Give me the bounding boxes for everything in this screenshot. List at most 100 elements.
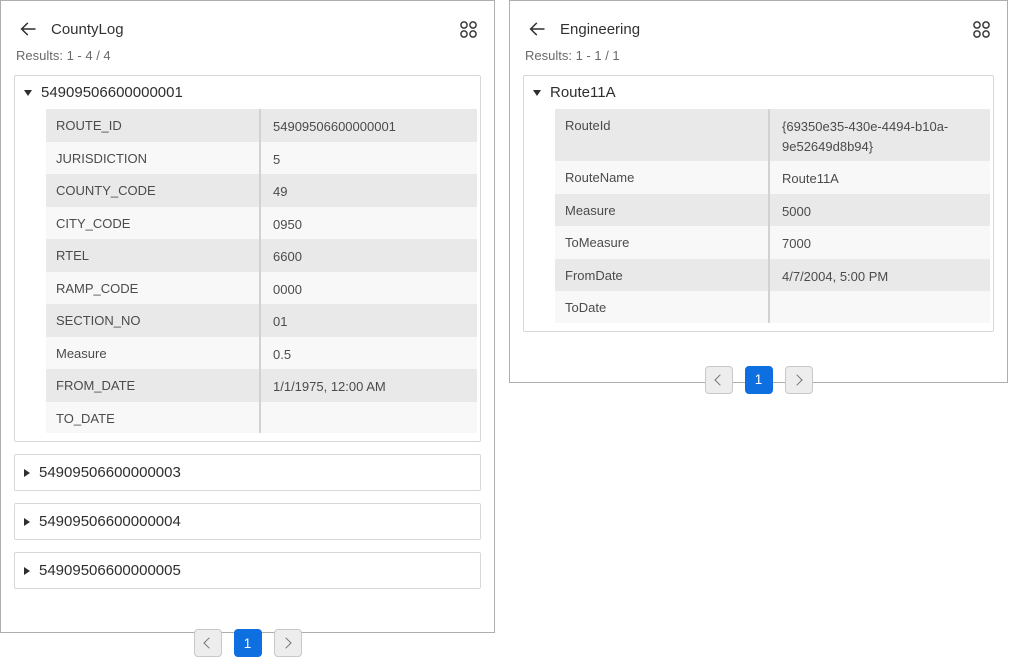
field-label: RAMP_CODE <box>46 272 259 305</box>
table-row: SECTION_NO 01 <box>46 304 477 337</box>
caret-right-icon <box>24 567 30 575</box>
field-value: Route11A <box>768 161 990 194</box>
back-button[interactable] <box>17 18 39 40</box>
chevron-left-icon <box>203 638 214 649</box>
attribute-table: RouteId {69350e35-430e-4494-b10a-9e52649… <box>555 109 990 323</box>
table-row: RTEL 6600 <box>46 239 477 272</box>
field-value: 0950 <box>259 207 477 240</box>
feature-card-collapsed[interactable]: 54909506600000003 <box>14 454 481 491</box>
countylog-panel: CountyLog Results: 1 - 4 / 4 54909506600… <box>0 0 495 633</box>
feature-card-expanded: Route11A RouteId {69350e35-430e-4494-b10… <box>523 75 994 332</box>
layer-grid-button[interactable] <box>970 18 992 40</box>
caret-down-icon <box>24 90 32 96</box>
table-row: FromDate 4/7/2004, 5:00 PM <box>555 259 990 292</box>
page-title: CountyLog <box>51 21 124 38</box>
field-value <box>768 291 990 323</box>
page-title: Engineering <box>560 21 640 38</box>
next-page-button[interactable] <box>785 366 813 394</box>
field-label: ROUTE_ID <box>46 109 259 142</box>
table-row: FROM_DATE 1/1/1975, 12:00 AM <box>46 369 477 402</box>
field-label: CITY_CODE <box>46 207 259 240</box>
table-row: Measure 5000 <box>555 194 990 227</box>
field-value: 4/7/2004, 5:00 PM <box>768 259 990 292</box>
feature-card-collapsed[interactable]: 54909506600000004 <box>14 503 481 540</box>
field-label: COUNTY_CODE <box>46 174 259 207</box>
table-row: ToDate <box>555 291 990 323</box>
feature-card-header[interactable]: 54909506600000004 <box>15 504 480 539</box>
table-row: JURISDICTION 5 <box>46 142 477 175</box>
feature-card-collapsed[interactable]: 54909506600000005 <box>14 552 481 589</box>
field-label: ToDate <box>555 291 768 323</box>
prev-page-button[interactable] <box>705 366 733 394</box>
field-value: 01 <box>259 304 477 337</box>
table-row: RouteId {69350e35-430e-4494-b10a-9e52649… <box>555 109 990 161</box>
next-page-button[interactable] <box>274 629 302 657</box>
feature-card-header[interactable]: 54909506600000001 <box>15 76 480 107</box>
pagination: 1 <box>14 629 481 657</box>
caret-right-icon <box>24 469 30 477</box>
current-page-button[interactable]: 1 <box>745 366 773 394</box>
field-value: 5 <box>259 142 477 175</box>
chevron-left-icon <box>714 374 725 385</box>
table-row: TO_DATE <box>46 402 477 434</box>
field-value: {69350e35-430e-4494-b10a-9e52649d8b94} <box>768 109 990 161</box>
caret-down-icon <box>533 90 541 96</box>
app-grid-circles-icon <box>459 20 478 39</box>
feature-card-header[interactable]: Route11A <box>524 76 993 107</box>
prev-page-button[interactable] <box>194 629 222 657</box>
table-row: ROUTE_ID 54909506600000001 <box>46 109 477 142</box>
feature-id: 54909506600000003 <box>39 464 181 481</box>
field-label: TO_DATE <box>46 402 259 434</box>
field-label: JURISDICTION <box>46 142 259 175</box>
feature-id: 54909506600000004 <box>39 513 181 530</box>
results-count: Results: 1 - 1 / 1 <box>525 48 1007 63</box>
field-value: 0000 <box>259 272 477 305</box>
table-row: Measure 0.5 <box>46 337 477 370</box>
field-value: 54909506600000001 <box>259 109 477 142</box>
feature-id: 54909506600000005 <box>39 562 181 579</box>
table-row: COUNTY_CODE 49 <box>46 174 477 207</box>
table-row: CITY_CODE 0950 <box>46 207 477 240</box>
field-value: 0.5 <box>259 337 477 370</box>
chevron-right-icon <box>280 638 291 649</box>
field-value: 49 <box>259 174 477 207</box>
table-row: RAMP_CODE 0000 <box>46 272 477 305</box>
table-row: RouteName Route11A <box>555 161 990 194</box>
results-list: Route11A RouteId {69350e35-430e-4494-b10… <box>510 63 1007 394</box>
app-grid-circles-icon <box>972 20 991 39</box>
attribute-table: ROUTE_ID 54909506600000001 JURISDICTION … <box>46 109 477 433</box>
field-value: 6600 <box>259 239 477 272</box>
feature-card-expanded: 54909506600000001 ROUTE_ID 5490950660000… <box>14 75 481 442</box>
feature-card-header[interactable]: 54909506600000003 <box>15 455 480 490</box>
layer-grid-button[interactable] <box>457 18 479 40</box>
results-count: Results: 1 - 4 / 4 <box>16 48 494 63</box>
field-value <box>259 402 477 434</box>
field-label: FROM_DATE <box>46 369 259 402</box>
field-label: RTEL <box>46 239 259 272</box>
feature-card-header[interactable]: 54909506600000005 <box>15 553 480 588</box>
arrow-left-icon <box>527 19 547 39</box>
field-label: RouteName <box>555 161 768 194</box>
field-label: ToMeasure <box>555 226 768 259</box>
pagination: 1 <box>523 366 994 394</box>
field-label: RouteId <box>555 109 768 161</box>
panel-header: Engineering <box>510 1 1007 40</box>
engineering-panel: Engineering Results: 1 - 1 / 1 Route11A … <box>509 0 1008 383</box>
table-row: ToMeasure 7000 <box>555 226 990 259</box>
field-label: FromDate <box>555 259 768 292</box>
field-value: 7000 <box>768 226 990 259</box>
arrow-left-icon <box>18 19 38 39</box>
chevron-right-icon <box>791 374 802 385</box>
feature-id: 54909506600000001 <box>41 84 183 101</box>
caret-right-icon <box>24 518 30 526</box>
field-label: SECTION_NO <box>46 304 259 337</box>
current-page-button[interactable]: 1 <box>234 629 262 657</box>
results-list: 54909506600000001 ROUTE_ID 5490950660000… <box>1 63 494 657</box>
field-label: Measure <box>46 337 259 370</box>
back-button[interactable] <box>526 18 548 40</box>
field-label: Measure <box>555 194 768 227</box>
panel-header: CountyLog <box>1 1 494 40</box>
feature-id: Route11A <box>550 84 616 101</box>
field-value: 5000 <box>768 194 990 227</box>
field-value: 1/1/1975, 12:00 AM <box>259 369 477 402</box>
